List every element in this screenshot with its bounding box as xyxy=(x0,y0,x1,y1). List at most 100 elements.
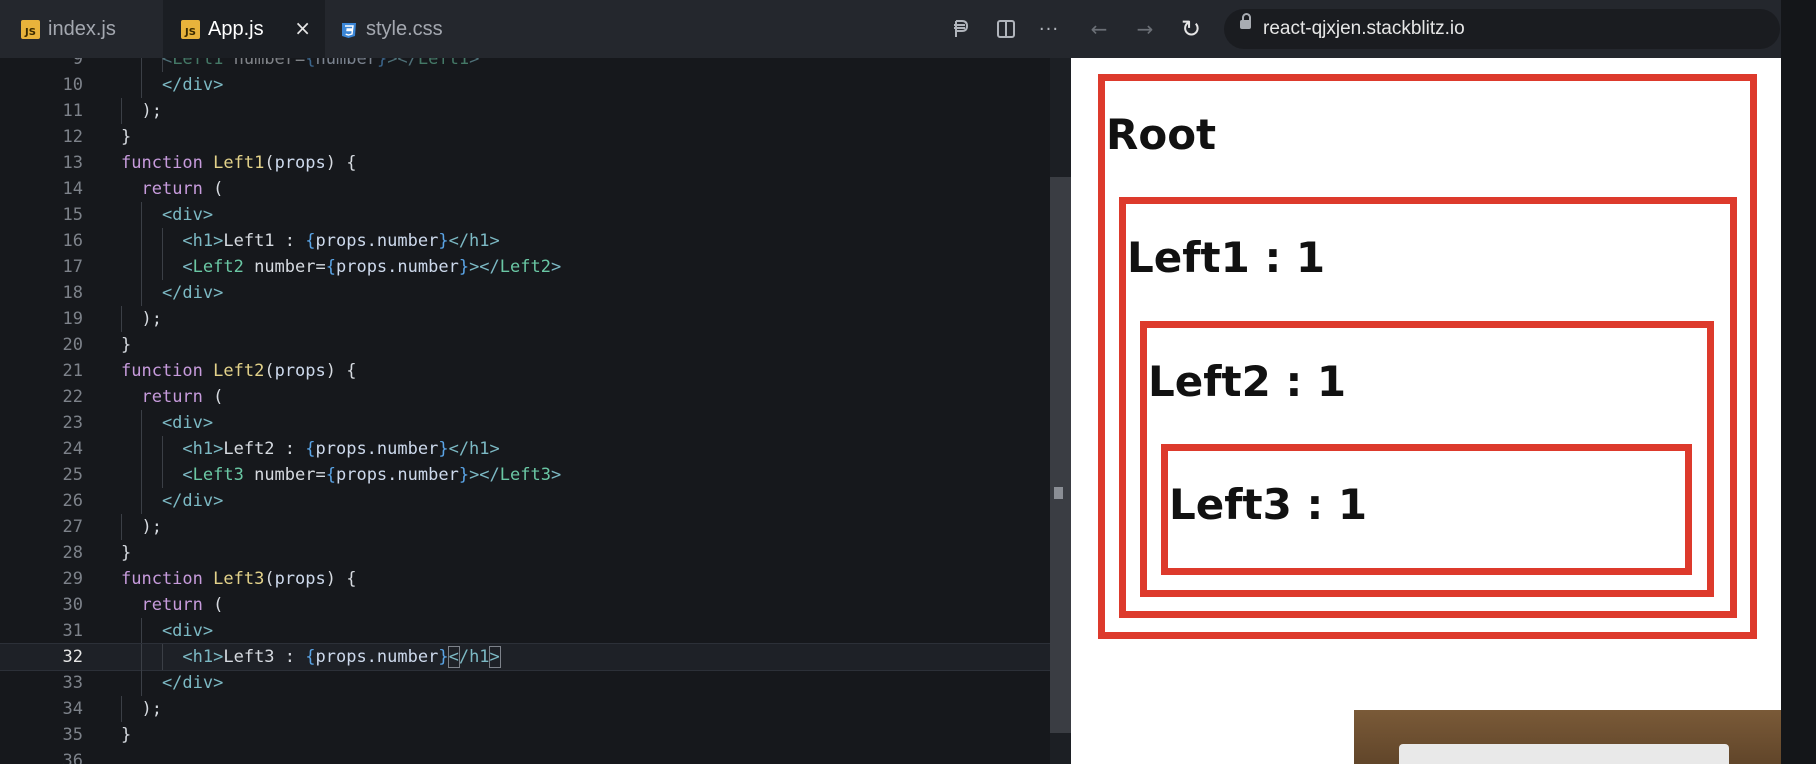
code-line: 12 } xyxy=(0,124,1071,150)
line-number: 10 xyxy=(62,75,83,95)
line-number: 36 xyxy=(62,751,83,764)
line-number: 29 xyxy=(62,569,83,589)
current-line: 32 <h1>Left3 : {props.number}</h1> xyxy=(0,643,1071,671)
code-text: <Left1 number={number}></Left1> xyxy=(121,58,480,69)
prettier-icon[interactable] xyxy=(948,16,974,42)
line-number: 26 xyxy=(62,491,83,511)
forward-arrow-icon[interactable]: → xyxy=(1132,16,1158,42)
top-bar: JS index.js JS App.js × style.css ··· ← … xyxy=(0,0,1816,58)
line-number: 32 xyxy=(62,647,83,667)
line-number: 20 xyxy=(62,335,83,355)
js-file-icon: JS xyxy=(21,19,40,39)
code-text: } xyxy=(121,725,132,745)
code-line: 21 function Left2(props) { xyxy=(0,358,1071,384)
code-text: ); xyxy=(121,699,162,719)
code-text: <div> xyxy=(121,413,214,433)
line-number: 15 xyxy=(62,205,83,225)
code-line: 10 </div> xyxy=(0,72,1071,98)
code-line: 23 <div> xyxy=(0,410,1071,436)
tab-label: index.js xyxy=(48,17,116,40)
code-text: <h1>Left1 : {props.number}</h1> xyxy=(121,231,500,251)
url-text[interactable]: react-qjxjen.stackblitz.io xyxy=(1263,18,1465,40)
editor-scrollbar-thumb[interactable] xyxy=(1050,177,1071,733)
code-text: } xyxy=(121,543,132,563)
code-line: 17 <Left2 number={props.number}></Left2> xyxy=(0,254,1071,280)
code-text: return ( xyxy=(141,595,224,615)
line-number: 13 xyxy=(62,153,83,173)
code-text: ); xyxy=(121,517,162,537)
left1-heading: Left1 : 1 xyxy=(1127,233,1326,282)
code-line: 33 </div> xyxy=(0,670,1071,696)
webcam-overlay xyxy=(1354,710,1781,764)
code-text: </div> xyxy=(121,75,224,95)
code-line: 13 function Left1(props) { xyxy=(0,150,1071,176)
left3-heading: Left3 : 1 xyxy=(1169,480,1368,529)
code-line: 20 } xyxy=(0,332,1071,358)
code-text: </div> xyxy=(121,673,224,693)
line-number: 18 xyxy=(62,283,83,303)
close-icon[interactable]: × xyxy=(294,17,311,39)
code-text: function Left2(props) { xyxy=(121,361,357,381)
more-icon[interactable]: ··· xyxy=(1036,16,1062,42)
code-line: 14 return ( xyxy=(0,176,1071,202)
code-text: return ( xyxy=(141,387,224,407)
reload-icon[interactable]: ↻ xyxy=(1178,15,1204,43)
tab-index-js[interactable]: JS index.js xyxy=(0,0,163,58)
line-number: 25 xyxy=(62,465,83,485)
code-text: } xyxy=(121,335,132,355)
line-number: 28 xyxy=(62,543,83,563)
cursor-position-marker xyxy=(1054,487,1063,499)
line-number: 19 xyxy=(62,309,83,329)
root-heading: Root xyxy=(1106,110,1217,159)
back-arrow-icon[interactable]: ← xyxy=(1086,16,1112,42)
code-line: 27 ); xyxy=(0,514,1071,540)
code-line: 22 return ( xyxy=(0,384,1071,410)
code-text: <h1>Left3 : {props.number}</h1> xyxy=(121,646,501,668)
code-text: <div> xyxy=(121,205,214,225)
line-number: 22 xyxy=(62,387,83,407)
line-number: 24 xyxy=(62,439,83,459)
line-number: 11 xyxy=(62,101,83,121)
code-text: function Left1(props) { xyxy=(121,153,357,173)
code-line: 31 <div> xyxy=(0,618,1071,644)
line-number: 12 xyxy=(62,127,83,147)
code-text: <Left3 number={props.number}></Left3> xyxy=(121,465,562,485)
code-line: 15 <div> xyxy=(0,202,1071,228)
code-line: 36 xyxy=(0,748,1071,764)
line-number: 34 xyxy=(62,699,83,719)
code-text: </div> xyxy=(121,283,224,303)
line-number: 27 xyxy=(62,517,83,537)
line-number: 31 xyxy=(62,621,83,641)
code-text: <h1>Left2 : {props.number}</h1> xyxy=(121,439,500,459)
code-text: function Left3(props) { xyxy=(121,569,357,589)
code-line: 18 </div> xyxy=(0,280,1071,306)
keyboard-image xyxy=(1399,744,1729,764)
css-file-icon xyxy=(342,22,356,38)
code-line: 11 ); xyxy=(0,98,1071,124)
tab-app-js[interactable]: JS App.js × xyxy=(163,0,325,58)
tab-label: App.js xyxy=(208,17,264,40)
code-text: } xyxy=(121,127,132,147)
code-line: 34 ); xyxy=(0,696,1071,722)
line-number: 30 xyxy=(62,595,83,615)
code-text: return ( xyxy=(141,179,224,199)
window-edge xyxy=(1781,0,1816,764)
lock-icon xyxy=(1240,13,1251,29)
code-line: 30 return ( xyxy=(0,592,1071,618)
js-file-icon: JS xyxy=(181,19,200,39)
split-panel-icon[interactable] xyxy=(993,16,1019,42)
code-line: 28 } xyxy=(0,540,1071,566)
tab-label: style.css xyxy=(366,17,443,40)
code-line: 19 ); xyxy=(0,306,1071,332)
line-number: 14 xyxy=(62,179,83,199)
line-number: 21 xyxy=(62,361,83,381)
line-number: 23 xyxy=(62,413,83,433)
code-line: 9 <Left1 number={number}></Left1> xyxy=(0,58,1071,72)
code-editor[interactable]: 9 <Left1 number={number}></Left1> 10 </d… xyxy=(0,58,1071,764)
line-number: 33 xyxy=(62,673,83,693)
code-line: 26 </div> xyxy=(0,488,1071,514)
tab-style-css[interactable]: style.css xyxy=(325,0,480,58)
line-number: 16 xyxy=(62,231,83,251)
code-text: <div> xyxy=(121,621,214,641)
line-number: 9 xyxy=(72,58,83,69)
